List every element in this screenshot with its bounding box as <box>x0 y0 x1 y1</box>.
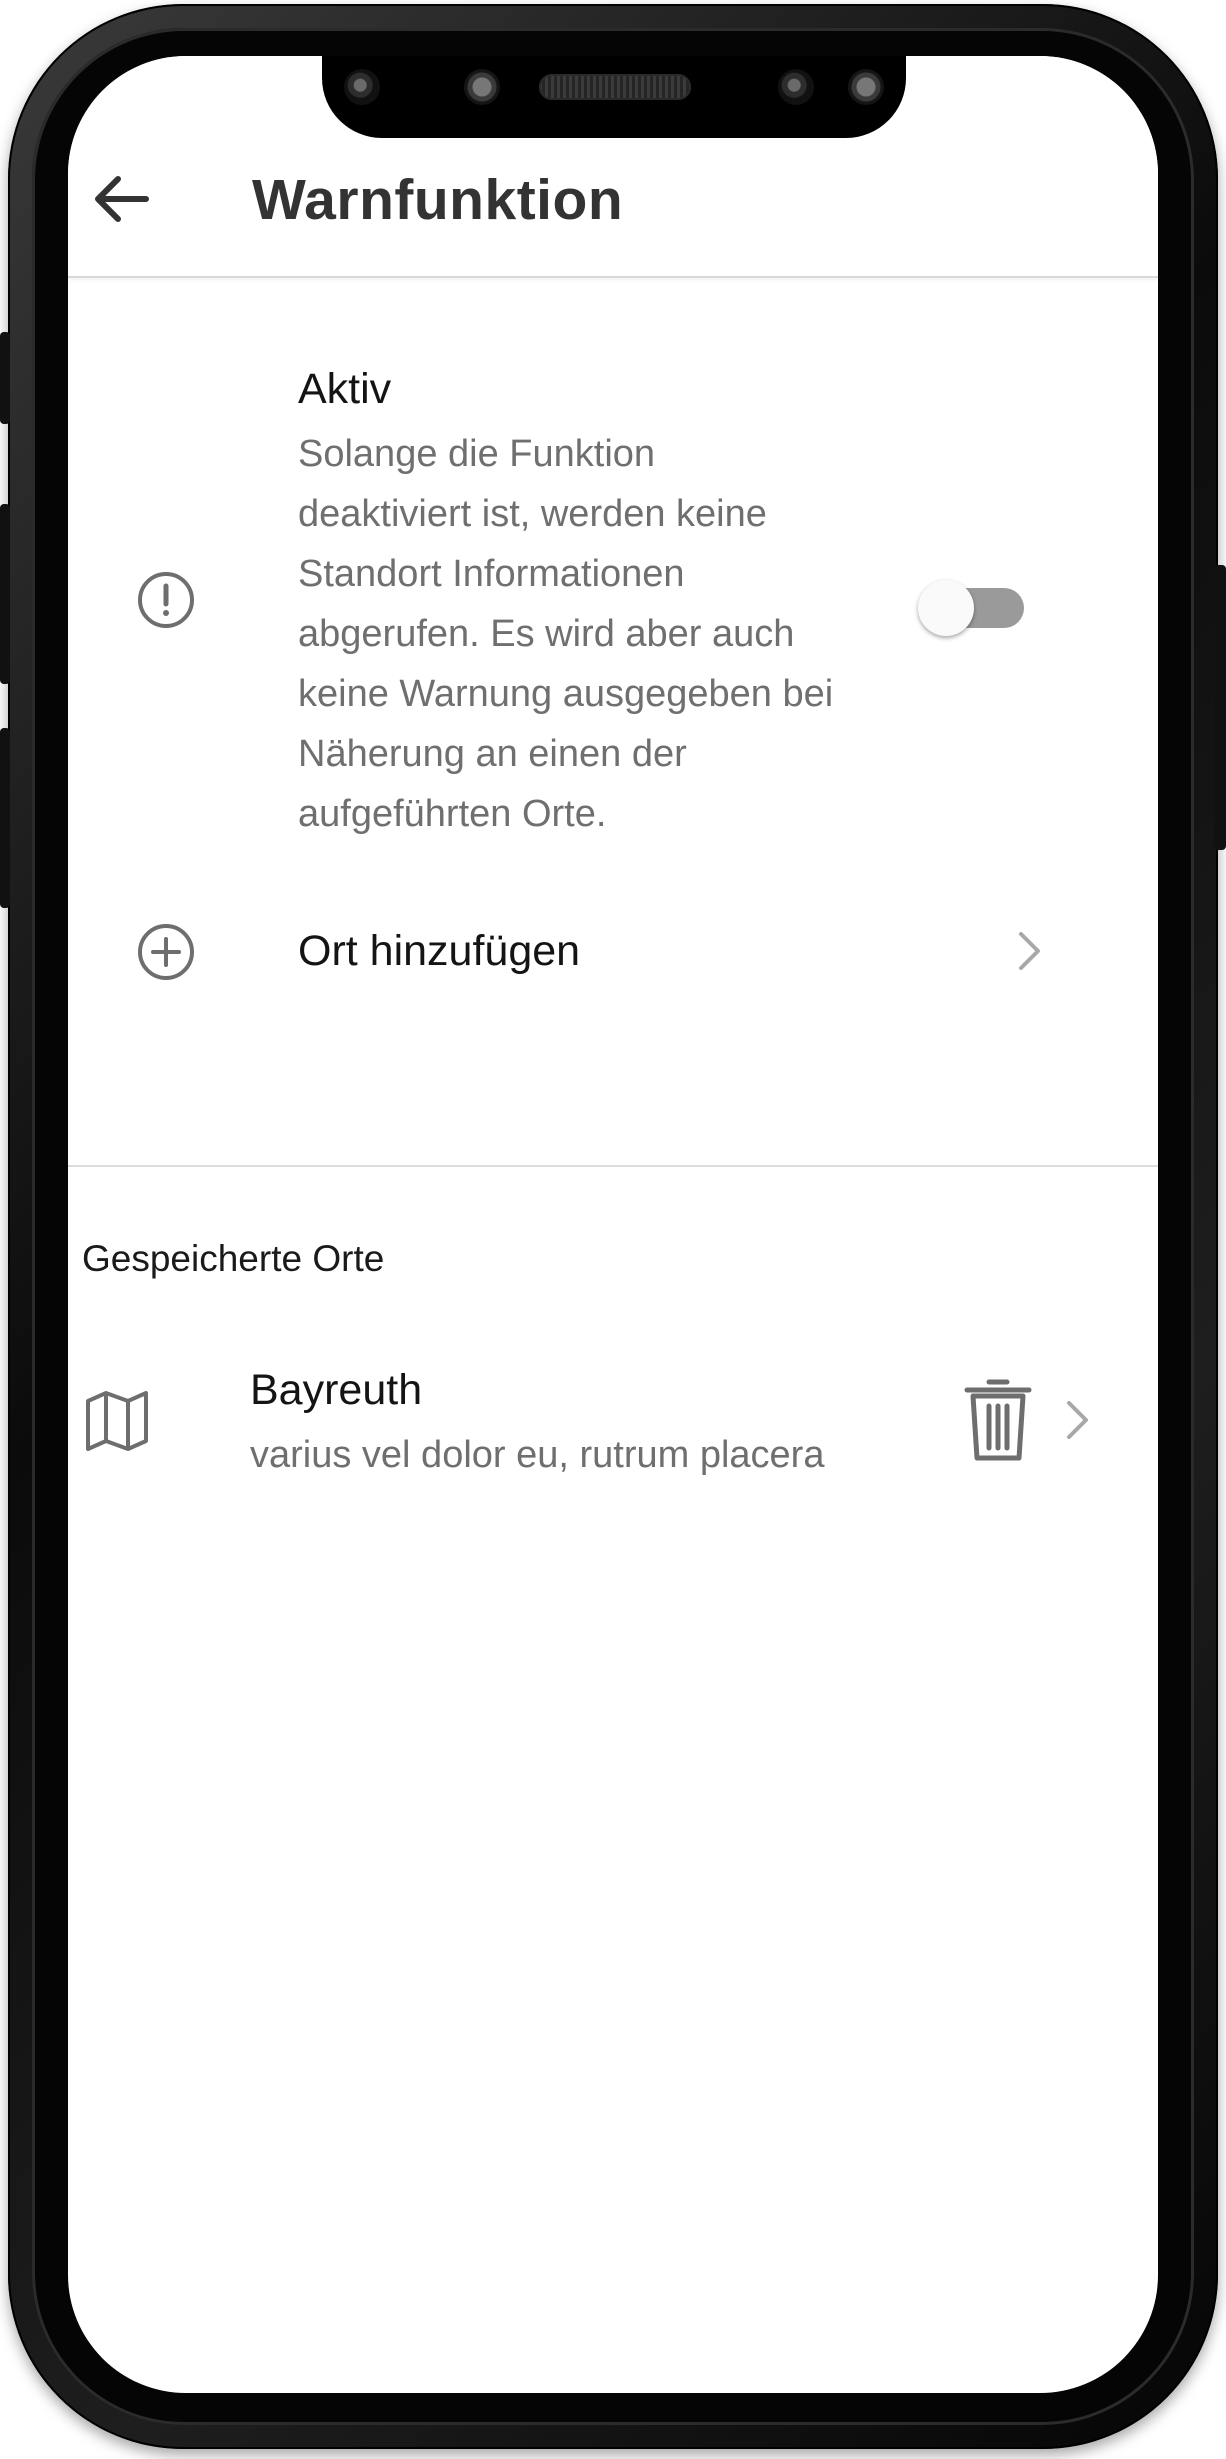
camera-notch <box>322 56 906 138</box>
add-location-chevron <box>1010 926 1050 976</box>
active-description-line: keine Warnung ausgegeben bei <box>298 673 834 715</box>
chevron-right-icon <box>1067 1401 1088 1439</box>
side-button-silent <box>0 332 10 424</box>
back-button[interactable] <box>86 164 156 234</box>
add-location-label: Ort hinzufügen <box>298 927 581 975</box>
saved-locations-header: Gespeicherte Orte <box>82 1238 385 1279</box>
side-button-volume-up <box>0 504 10 684</box>
exclamation-circle-icon <box>138 572 194 628</box>
active-description-line: deaktiviert ist, werden keine <box>298 493 767 535</box>
earpiece-speaker <box>539 74 691 100</box>
ambient-sensor <box>848 69 884 105</box>
face-sensor <box>778 69 814 105</box>
proximity-sensor <box>464 69 500 105</box>
page-title: Warnfunktion <box>252 168 624 232</box>
active-title: Aktiv <box>298 365 392 413</box>
saved-location-subtitle: varius vel dolor eu, rutrum placera <box>250 1434 825 1476</box>
toggle-thumb <box>918 580 974 636</box>
delete-location-button[interactable] <box>960 1372 1036 1468</box>
active-description-line: Solange die Funktion <box>298 433 656 475</box>
arrow-left-icon <box>95 176 149 222</box>
active-description-line: abgerufen. Es wird aber auch <box>298 613 795 655</box>
active-description: Solange die Funktion deaktiviert ist, we… <box>298 424 898 844</box>
map-icon-wrap <box>82 1386 152 1456</box>
active-description-line: Näherung an einen der <box>298 733 687 775</box>
add-location-icon-wrap <box>134 920 198 984</box>
saved-location-name: Bayreuth <box>250 1366 423 1414</box>
active-description-line: Standort Informationen <box>298 553 685 595</box>
chevron-right-icon <box>1019 932 1040 970</box>
active-toggle[interactable] <box>918 578 1028 638</box>
app-screen: Warnfunktion Aktiv Solange die Funktion … <box>68 56 1158 2393</box>
active-icon-wrap <box>134 568 198 632</box>
active-description-line: aufgeführten Orte. <box>298 793 607 835</box>
map-icon <box>86 1391 148 1451</box>
section-divider <box>68 1165 1158 1167</box>
trash-icon <box>964 1379 1032 1461</box>
front-camera <box>344 69 380 105</box>
plus-circle-icon <box>138 924 194 980</box>
saved-location-chevron <box>1058 1395 1098 1445</box>
side-button-power <box>1214 565 1226 850</box>
side-button-volume-down <box>0 728 10 908</box>
